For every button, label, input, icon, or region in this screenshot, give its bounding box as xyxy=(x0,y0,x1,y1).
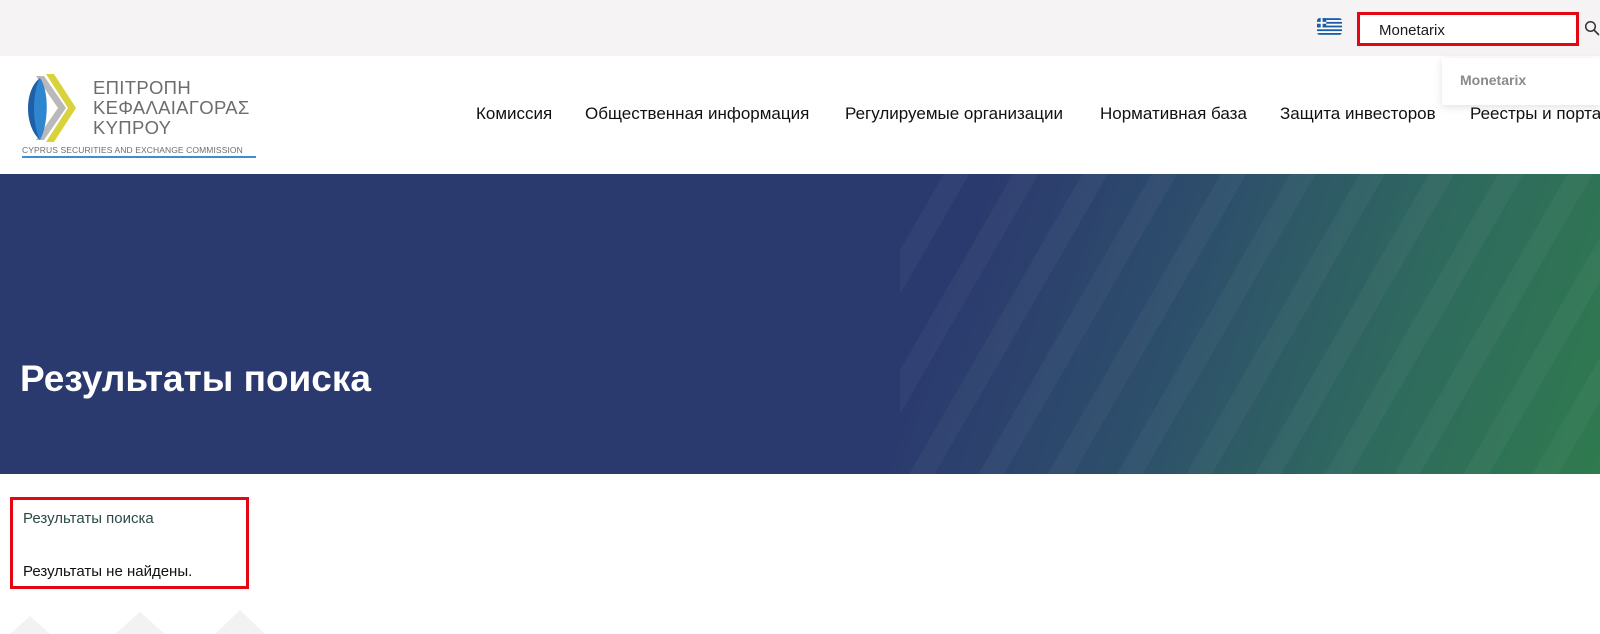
logo-chevrons-icon xyxy=(28,74,76,142)
no-results-message: Результаты не найдены. xyxy=(23,563,193,580)
logo-text-line3: ΚΥΠΡΟΥ xyxy=(93,117,172,138)
logo-text-line2: ΚΕΦΑΛΑΙΑΓΟΡΑΣ xyxy=(93,97,250,118)
hero-banner: Результаты поиска xyxy=(0,174,1600,474)
page-title: Результаты поиска xyxy=(20,358,371,399)
top-utility-bar xyxy=(0,0,1600,56)
nav-item-regulated-entities[interactable]: Регулируемые организации xyxy=(845,104,1063,124)
logo-underline xyxy=(22,156,256,158)
results-heading: Результаты поиска xyxy=(23,510,154,527)
logo-subtitle: CYPRUS SECURITIES AND EXCHANGE COMMISSIO… xyxy=(22,145,243,155)
bottom-decoration xyxy=(10,610,265,634)
greek-flag-icon[interactable] xyxy=(1317,18,1342,35)
nav-item-commission[interactable]: Комиссия xyxy=(476,104,552,124)
search-suggestions-dropdown: Monetarix xyxy=(1442,58,1600,105)
nav-item-public-information[interactable]: Общественная информация xyxy=(585,104,809,124)
nav-item-registers-portals[interactable]: Реестры и порта xyxy=(1470,104,1600,124)
search-box xyxy=(1357,12,1579,46)
search-input[interactable] xyxy=(1379,20,1569,40)
site-logo[interactable]: ΕΠΙΤΡΟΠΗ ΚΕΦΑΛΑΙΑΓΟΡΑΣ ΚΥΠΡΟΥ CYPRUS SEC… xyxy=(18,70,258,160)
search-icon[interactable] xyxy=(1584,20,1600,36)
logo-text-line1: ΕΠΙΤΡΟΠΗ xyxy=(93,77,191,98)
nav-item-legal-framework[interactable]: Нормативная база xyxy=(1100,104,1247,124)
search-suggestion-item[interactable]: Monetarix xyxy=(1460,72,1526,88)
nav-item-investor-protection[interactable]: Защита инвесторов xyxy=(1280,104,1436,124)
search-results-section: Результаты поиска Результаты не найдены. xyxy=(10,497,249,589)
hero-decoration xyxy=(900,174,1600,474)
page: Monetarix ΕΠΙΤΡΟΠΗ ΚΕΦΑΛΑΙΑΓΟΡΑΣ ΚΥΠΡΟΥ … xyxy=(0,0,1600,634)
